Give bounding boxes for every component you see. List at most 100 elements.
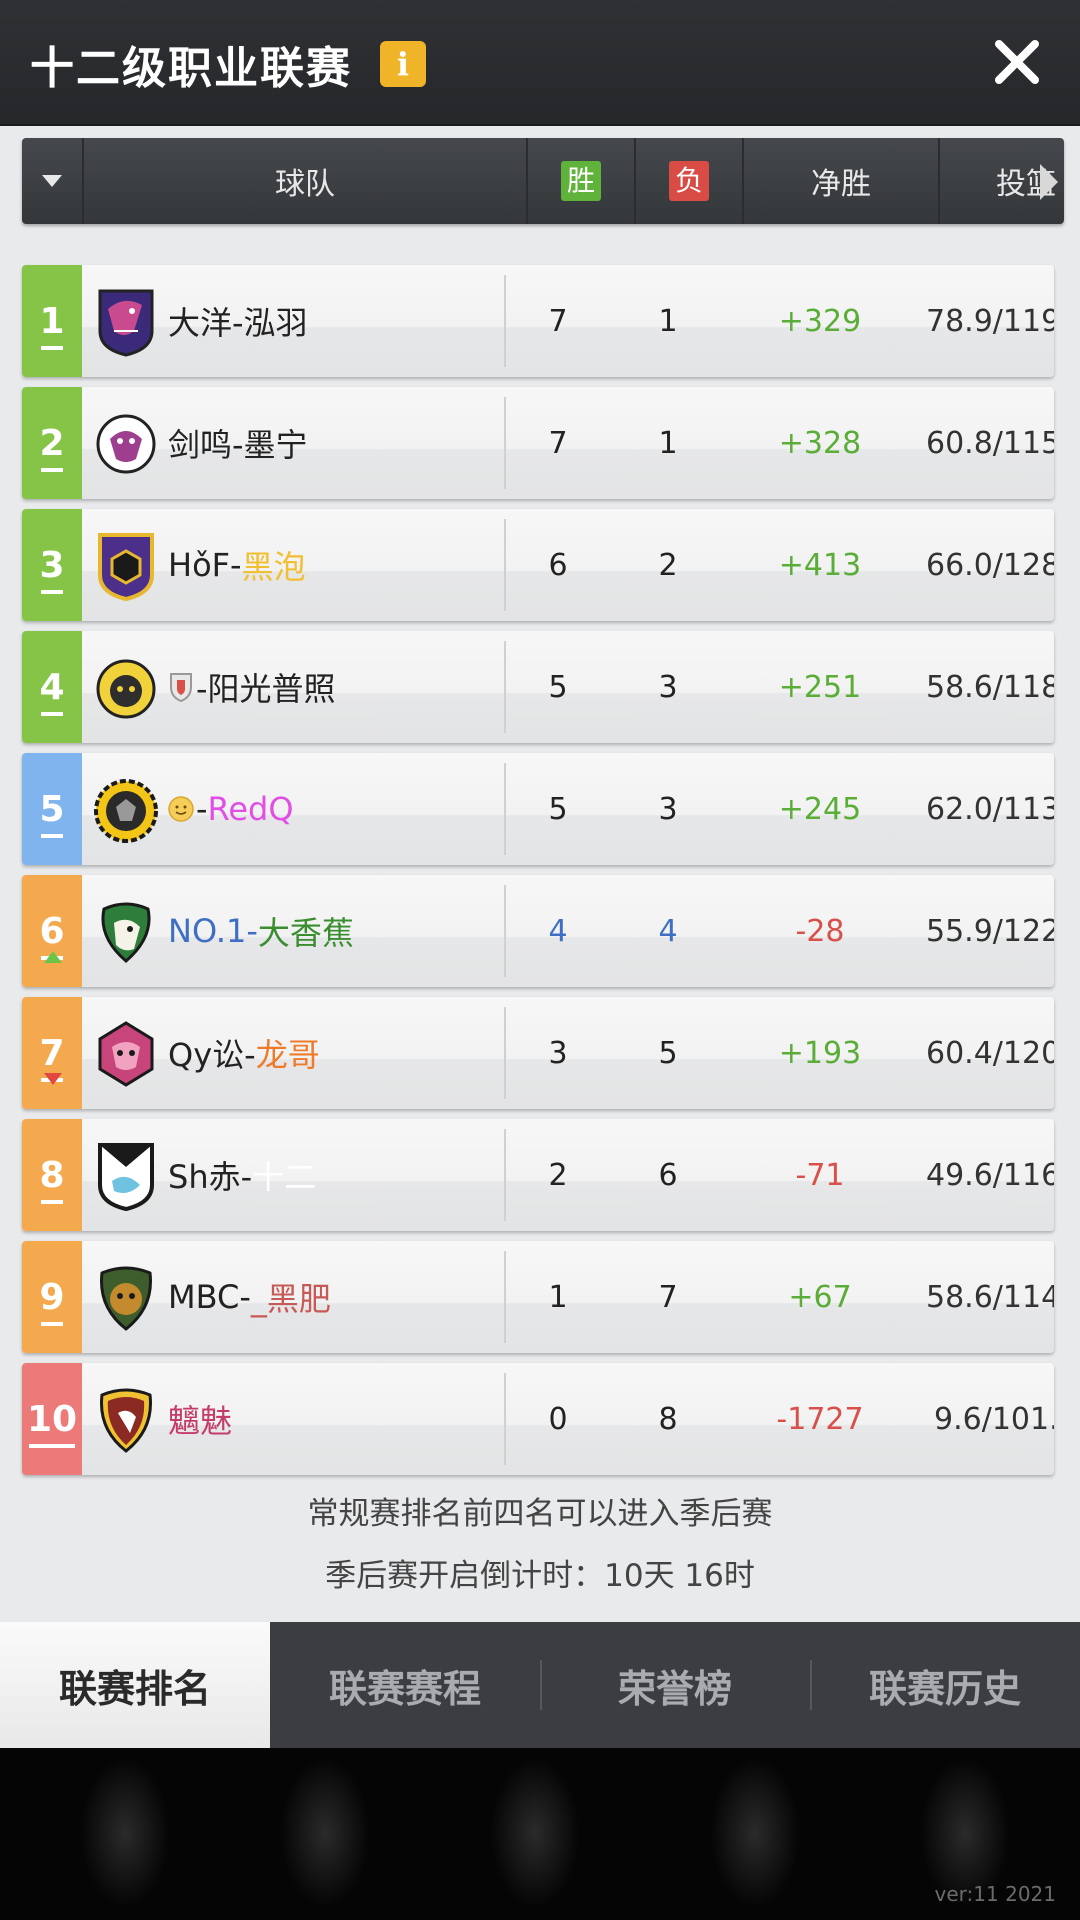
wins-value: 0	[548, 1401, 568, 1437]
shot-value: 66.0/128	[926, 547, 1054, 583]
net-value: +328	[778, 425, 862, 461]
rank-number: 10	[26, 1398, 78, 1448]
shot-value: 58.6/114	[926, 1279, 1054, 1315]
page-title: 十二级职业联赛	[30, 43, 352, 94]
rank-cell: 5	[22, 753, 82, 865]
table-row[interactable]: 7 Qy讼- 龙哥 3 5 +193 60.4/120	[22, 997, 1054, 1109]
playoff-countdown: 季后赛开启倒计时：10天 16时	[325, 1558, 755, 1594]
team-logo-icon	[94, 1141, 158, 1212]
team-name-colored: 大香蕉	[257, 914, 354, 952]
team-name-colored: 龙哥	[255, 1036, 320, 1074]
column-team[interactable]: 球队	[84, 138, 528, 224]
rank-cell: 8	[22, 1119, 82, 1231]
net-value: +245	[778, 791, 862, 827]
shot-value: 62.0/113	[926, 791, 1054, 827]
column-loss[interactable]: 负	[636, 138, 744, 224]
scroll-right-icon[interactable]	[1040, 164, 1058, 200]
team-logo-icon	[94, 531, 158, 602]
wins-value: 5	[548, 791, 568, 827]
losses-value: 1	[658, 425, 678, 461]
column-net[interactable]: 净胜	[744, 138, 940, 224]
team-name: NO.1- 大香蕉	[168, 875, 354, 987]
smiley-icon	[168, 796, 194, 822]
tab-league-schedule[interactable]: 联赛赛程	[270, 1622, 540, 1748]
team-name-primary: 大洋-泓羽	[168, 304, 308, 342]
tab-league-ranking[interactable]: 联赛排名	[0, 1622, 270, 1748]
losses-value: 3	[658, 791, 678, 827]
team-name: 大洋-泓羽	[168, 265, 308, 377]
rank-number: 2	[39, 422, 65, 472]
close-icon[interactable]	[985, 30, 1049, 94]
rank-cell: 4	[22, 631, 82, 743]
net-value: -71	[795, 1157, 845, 1193]
table-row[interactable]: 3 HǒF- 黑泡 6 2 +413 66.0/128	[22, 509, 1054, 621]
table-row[interactable]: 6 NO.1- 大香蕉 4 4 -28 55.9/122	[22, 875, 1054, 987]
team-logo-icon	[94, 1263, 158, 1333]
shot-value: 55.9/122	[926, 913, 1054, 949]
table-row[interactable]: 8 Sh赤- 十二 2 6 -71 49.6/116	[22, 1119, 1054, 1231]
net-value: +329	[778, 303, 862, 339]
loss-badge: 负	[669, 161, 709, 201]
rank-number: 5	[39, 788, 65, 838]
blurred-icon	[80, 1758, 170, 1908]
rank-number: 4	[39, 666, 65, 716]
wins-value: 7	[548, 425, 568, 461]
table-row[interactable]: 5 - RedQ 5 3 +245 62.0/113	[22, 753, 1054, 865]
losses-value: 3	[658, 669, 678, 705]
rank-cell: 2	[22, 387, 82, 499]
divider	[504, 1129, 506, 1221]
table-row[interactable]: 1 大洋-泓羽 7 1 +329 78.9/119	[22, 265, 1054, 377]
team-name-primary: Qy讼-	[168, 1036, 256, 1074]
shot-value: 49.6/116	[926, 1157, 1054, 1193]
team-name-colored: RedQ	[207, 790, 294, 828]
table-row[interactable]: 2 剑鸣-墨宁 7 1 +328 60.8/115	[22, 387, 1054, 499]
team-name-primary: NO.1-	[168, 912, 258, 950]
losses-value: 8	[658, 1401, 678, 1437]
divider	[504, 1373, 506, 1465]
rank-number: 6	[39, 910, 65, 960]
playoff-note: 常规赛排名前四名可以进入季后赛	[307, 1496, 773, 1532]
losses-value: 1	[658, 303, 678, 339]
column-win[interactable]: 胜	[528, 138, 636, 224]
sort-dropdown[interactable]	[22, 138, 84, 224]
rank-cell: 3	[22, 509, 82, 621]
wins-value: 1	[548, 1279, 568, 1315]
chevron-down-icon	[42, 175, 62, 187]
title-bar: 十二级职业联赛 i	[0, 0, 1080, 126]
divider	[504, 519, 506, 611]
shot-value: 9.6/101.	[934, 1401, 1054, 1437]
team-name-primary: HǒF-	[168, 546, 242, 584]
rank-cell: 1	[22, 265, 82, 377]
team-name-primary: 魑魅	[168, 1402, 233, 1440]
tab-league-history[interactable]: 联赛历史	[810, 1622, 1080, 1748]
rank-number: 1	[39, 300, 65, 350]
table-row[interactable]: 10 魑魅 0 8 -1727 9.6/101.	[22, 1363, 1054, 1475]
losses-value: 5	[658, 1035, 678, 1071]
shot-value: 78.9/119	[926, 303, 1054, 339]
bottom-tabs: 联赛排名 联赛赛程 荣誉榜 联赛历史	[0, 1622, 1080, 1748]
team-name: 剑鸣-墨宁	[168, 387, 308, 499]
team-name-colored: _黑肥	[250, 1280, 331, 1318]
blurred-icon	[710, 1758, 800, 1908]
team-logo-icon	[94, 409, 158, 479]
info-button[interactable]: i	[380, 41, 426, 87]
divider	[504, 763, 506, 855]
team-logo-icon	[94, 775, 158, 845]
win-badge: 胜	[561, 161, 601, 201]
net-value: +251	[778, 669, 862, 705]
net-value: -28	[795, 913, 845, 949]
losses-value: 6	[658, 1157, 678, 1193]
team-name-colored: 黑泡	[241, 548, 306, 586]
rank-up-icon	[44, 951, 62, 963]
rank-number: 3	[39, 544, 65, 594]
shot-value: 60.4/120	[926, 1035, 1054, 1071]
wins-value: 5	[548, 669, 568, 705]
team-logo-icon	[94, 1019, 158, 1089]
rank-down-icon	[44, 1073, 62, 1085]
table-row[interactable]: 9 MBC- _黑肥 1 7 +67 58.6/114	[22, 1241, 1054, 1353]
table-row[interactable]: 4 -阳光普照 5 3 +251 58.6/118	[22, 631, 1054, 743]
team-logo-icon	[94, 287, 158, 357]
losses-value: 7	[658, 1279, 678, 1315]
team-logo-icon	[94, 653, 158, 723]
tab-honor-board[interactable]: 荣誉榜	[540, 1622, 810, 1748]
